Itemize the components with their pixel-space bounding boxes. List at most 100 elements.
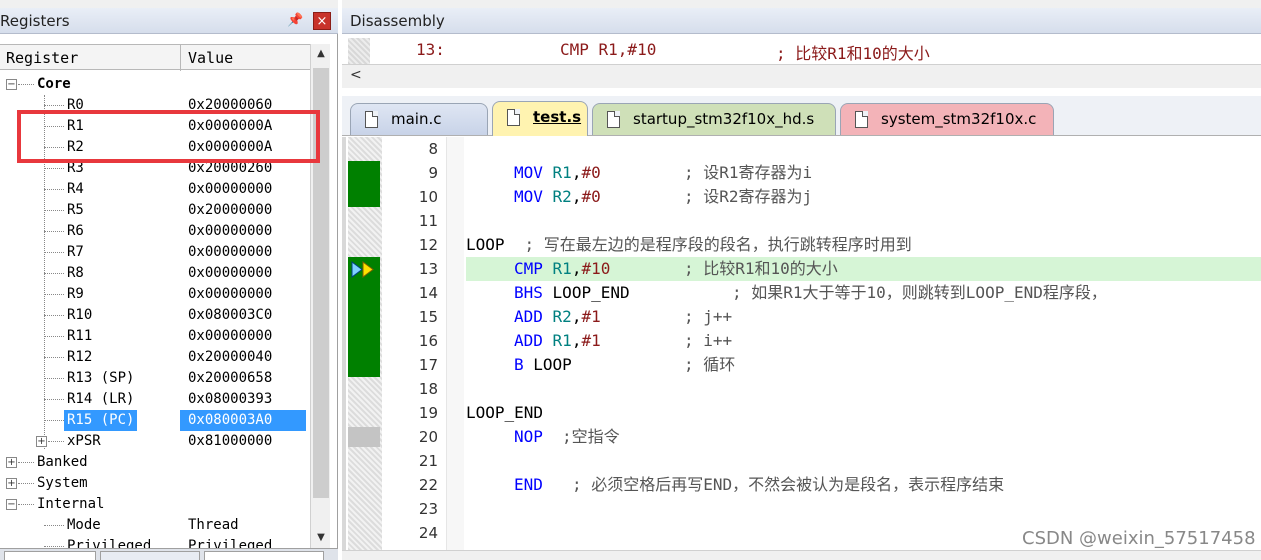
scroll-left-icon[interactable]: <: [350, 67, 362, 83]
code-line[interactable]: 20 NOP ;空指令: [382, 425, 1261, 449]
collapse-icon[interactable]: −: [6, 499, 17, 510]
code-text: MOV R1,#0; 设R1寄存器为i: [514, 163, 813, 182]
tab-startup-s[interactable]: startup_stm32f10x_hd.s: [592, 103, 836, 135]
document-icon: [365, 111, 378, 128]
tab-system-c[interactable]: system_stm32f10x.c: [840, 103, 1054, 135]
register-name: R13 (SP): [67, 370, 135, 386]
code-line[interactable]: 17 B LOOP; 循环: [382, 353, 1261, 377]
pin-icon[interactable]: 📌: [287, 13, 303, 29]
code-text: LOOP_END: [466, 403, 544, 422]
code-line[interactable]: 14 BHS LOOP_END; 如果R1大于等于10，则跳转到LOOP_END程…: [382, 281, 1261, 305]
register-value: 0x080003A0: [180, 410, 306, 431]
code-area[interactable]: 8 9 MOV R1,#0; 设R1寄存器为i 10 MOV R2,#0; 设R2寄存器…: [342, 137, 1261, 550]
tree-node-internal[interactable]: − Internal: [0, 494, 310, 515]
expand-icon[interactable]: +: [6, 457, 17, 468]
disassembly-instruction: CMP R1,#10: [560, 40, 657, 59]
editor-hscroll[interactable]: [342, 550, 1261, 560]
register-name: R5: [67, 202, 84, 218]
code-line[interactable]: 18: [382, 377, 1261, 401]
column-register[interactable]: Register: [6, 49, 78, 67]
register-row[interactable]: R4 0x00000000: [0, 179, 310, 200]
line-number: 17: [418, 356, 438, 374]
expand-icon[interactable]: +: [6, 478, 17, 489]
scroll-down-icon[interactable]: ▼: [311, 528, 331, 548]
code-text: NOP ;空指令: [514, 427, 620, 446]
register-value: 0x20000658: [188, 370, 273, 386]
code-text: LOOP; 写在最左边的是程序段的段名，执行跳转程序时用到: [466, 235, 912, 254]
column-value[interactable]: Value: [188, 49, 233, 67]
line-number: 10: [418, 188, 438, 206]
register-row-privilege[interactable]: Privileged Privileged: [0, 536, 310, 548]
register-value: 0x08000393: [188, 391, 273, 407]
code-line[interactable]: 21: [382, 449, 1261, 473]
line-number: 18: [418, 380, 438, 398]
tab-main-c[interactable]: main.c: [350, 103, 488, 135]
tree-node-banked[interactable]: + Banked: [0, 452, 310, 473]
register-row[interactable]: R7 0x00000000: [0, 242, 310, 263]
scroll-up-icon[interactable]: ▲: [311, 44, 331, 64]
register-value: 0x20000000: [188, 202, 273, 218]
code-line[interactable]: 19 LOOP_END: [382, 401, 1261, 425]
register-name: R9: [67, 286, 84, 302]
register-name: R7: [67, 244, 84, 260]
column-separator[interactable]: [180, 45, 181, 71]
register-row[interactable]: R12 0x20000040: [0, 347, 310, 368]
register-row[interactable]: R10 0x080003C0: [0, 305, 310, 326]
expand-icon[interactable]: +: [36, 436, 47, 447]
register-row[interactable]: R8 0x00000000: [0, 263, 310, 284]
line-number: 21: [418, 452, 438, 470]
disassembly-gutter: [348, 38, 370, 64]
line-number: 8: [428, 140, 438, 158]
register-row-mode[interactable]: Mode Thread: [0, 515, 310, 536]
register-value: 0x81000000: [188, 433, 273, 449]
collapse-icon[interactable]: −: [6, 79, 17, 90]
tree-node-core[interactable]: − Core: [0, 74, 310, 95]
register-row[interactable]: R6 0x00000000: [0, 221, 310, 242]
register-name: xPSR: [67, 433, 101, 449]
line-number: 16: [418, 332, 438, 350]
register-row[interactable]: R5 0x20000000: [0, 200, 310, 221]
close-icon[interactable]: ×: [313, 12, 331, 30]
disassembly-title: Disassembly: [350, 12, 445, 30]
code-line[interactable]: 22 END; 必须空格后再写END，不然会被认为是段名，表示程序结束: [382, 473, 1261, 497]
register-row[interactable]: R14 (LR) 0x08000393: [0, 389, 310, 410]
disassembly-line[interactable]: 13: CMP R1,#10 ; 比较R1和10的大小: [416, 40, 930, 63]
code-line[interactable]: 15 ADD R2,#1; j++: [382, 305, 1261, 329]
register-name: R11: [67, 328, 93, 344]
editor: main.c test.s startup_stm32f10x_hd.s sys…: [342, 96, 1261, 560]
coverage-executed-marker: [348, 161, 380, 207]
register-value: 0x00000000: [188, 181, 273, 197]
code-line[interactable]: 11: [382, 209, 1261, 233]
top-strip: [0, 0, 338, 8]
register-row[interactable]: + xPSR 0x81000000: [0, 431, 310, 452]
code-text: ADD R1,#1; i++: [514, 331, 733, 350]
bottom-tab-registers[interactable]: [204, 551, 324, 560]
coverage-not-executed-marker: [348, 427, 380, 447]
bottom-tab-books[interactable]: [100, 551, 200, 560]
register-value: 0x20000040: [188, 349, 273, 365]
line-number: 14: [418, 284, 438, 302]
disassembly-panel: Disassembly 13: CMP R1,#10 ; 比较R1和10的大小 …: [342, 0, 1261, 95]
tree-node-system[interactable]: + System: [0, 473, 310, 494]
register-value: 0x00000000: [188, 265, 273, 281]
line-number: 9: [428, 164, 438, 182]
register-row[interactable]: R9 0x00000000: [0, 284, 310, 305]
disassembly-hscroll[interactable]: <: [342, 64, 1261, 88]
bottom-tab-project[interactable]: [4, 551, 96, 560]
code-line[interactable]: 10 MOV R2,#0; 设R2寄存器为j: [382, 185, 1261, 209]
tab-test-s[interactable]: test.s: [492, 101, 588, 136]
code-line[interactable]: 16 ADD R1,#1; i++: [382, 329, 1261, 353]
register-name: R15 (PC): [64, 410, 138, 431]
highlight-annotation-box: [17, 110, 320, 163]
code-line[interactable]: 23: [382, 497, 1261, 521]
code-line[interactable]: 8: [382, 137, 1261, 161]
register-row[interactable]: R13 (SP) 0x20000658: [0, 368, 310, 389]
register-name: R14 (LR): [67, 391, 135, 407]
code-line[interactable]: 12 LOOP; 写在最左边的是程序段的段名，执行跳转程序时用到: [382, 233, 1261, 257]
register-row[interactable]: R15 (PC) 0x080003A0: [0, 410, 310, 431]
document-icon: [607, 111, 620, 128]
code-line[interactable]: 9 MOV R1,#0; 设R1寄存器为i: [382, 161, 1261, 185]
register-row[interactable]: R11 0x00000000: [0, 326, 310, 347]
code-line[interactable]: 13 CMP R1,#10; 比较R1和10的大小: [382, 257, 1261, 281]
line-number: 12: [418, 236, 438, 254]
